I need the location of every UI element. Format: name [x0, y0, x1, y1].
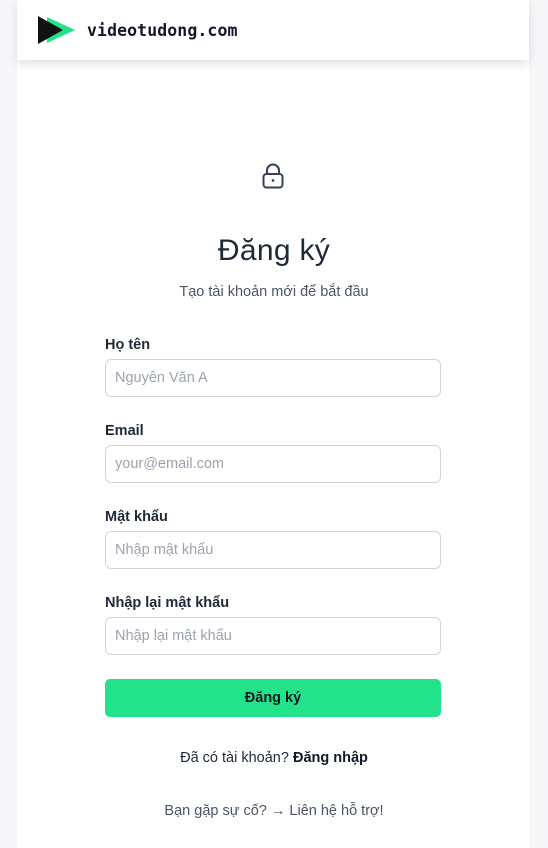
register-button[interactable]: Đăng ký [105, 679, 441, 717]
brand-logo[interactable]: videotudong.com [37, 15, 238, 45]
play-logo-icon [38, 16, 75, 44]
support-link[interactable]: Liên hệ hỗ trợ! [289, 803, 383, 819]
brand-name: videotudong.com [87, 20, 238, 40]
page-card [17, 0, 529, 848]
page-title: Đăng ký [217, 234, 331, 267]
login-prompt-text: Đã có tài khoản? [180, 750, 289, 766]
password-input[interactable] [105, 531, 441, 569]
email-input[interactable] [105, 445, 441, 483]
confirm-password-input[interactable] [105, 617, 441, 655]
login-prompt: Đã có tài khoản? Đăng nhập [0, 750, 548, 766]
full-name-input[interactable] [105, 359, 441, 397]
login-link[interactable]: Đăng nhập [293, 750, 368, 766]
password-label: Mật khẩu [105, 509, 168, 525]
email-label: Email [105, 423, 144, 439]
site-header: videotudong.com [17, 0, 529, 60]
support-prompt-text: Bạn gặp sự cố? [164, 803, 267, 819]
support-prompt: Bạn gặp sự cố? → Liên hệ hỗ trợ! [0, 803, 548, 819]
full-name-label: Họ tên [105, 337, 151, 353]
lock-icon [262, 163, 284, 189]
confirm-password-label: Nhập lại mật khẩu [105, 595, 230, 611]
page-subtitle: Tạo tài khoản mới để bắt đầu [179, 284, 369, 300]
arrow-right-icon: → [270, 803, 286, 819]
